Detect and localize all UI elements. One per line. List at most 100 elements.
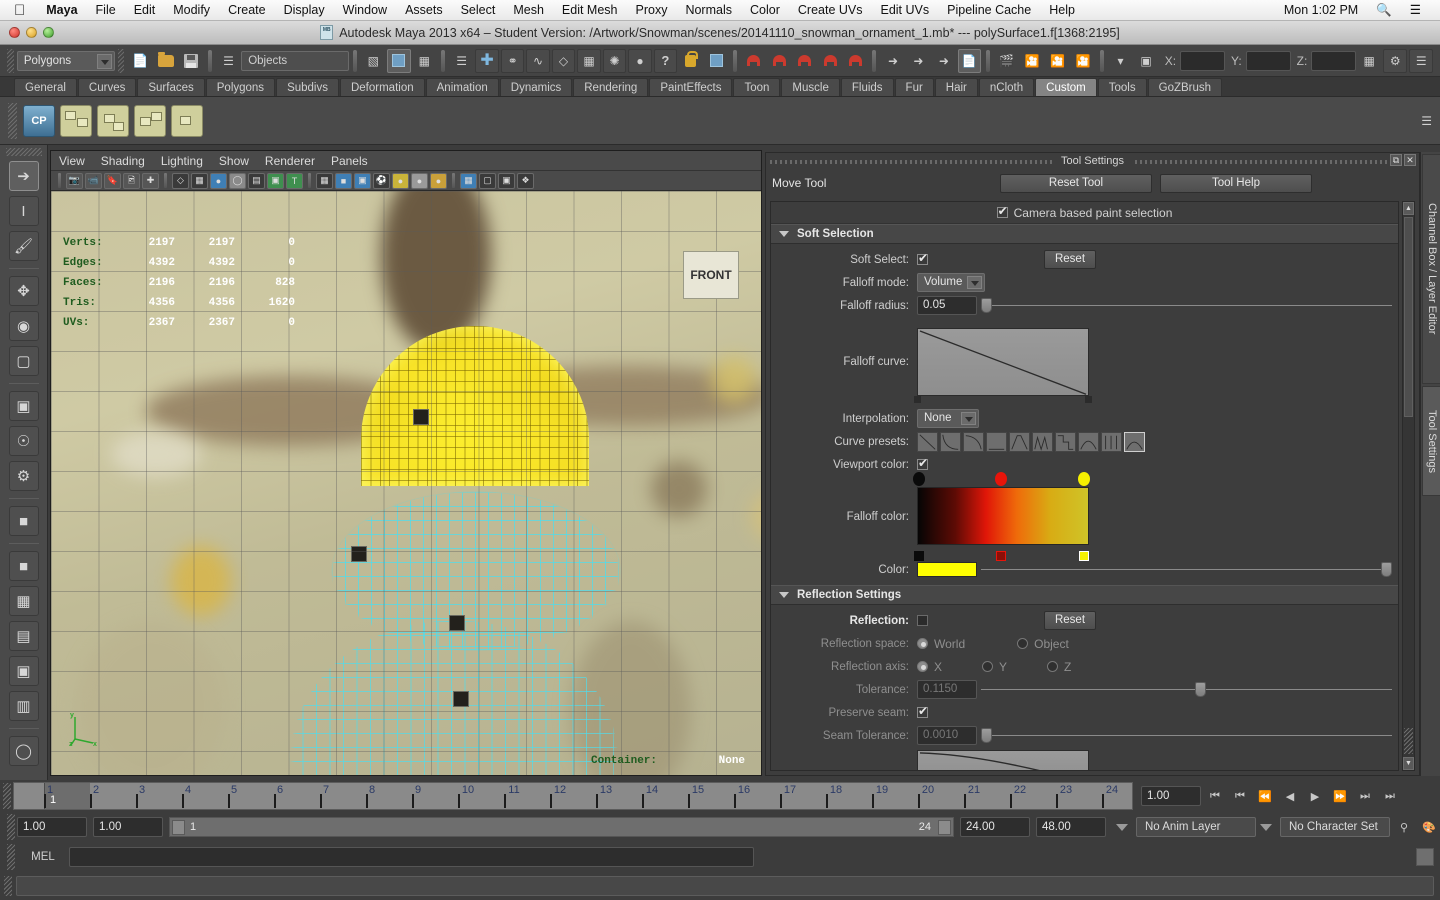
- shelf-tab-surfaces[interactable]: Surfaces: [137, 78, 205, 96]
- smooth-preview-icon[interactable]: ■: [335, 172, 352, 189]
- scroll-up-icon[interactable]: ▲: [1403, 202, 1414, 215]
- curve-preset-custom[interactable]: [1124, 431, 1145, 452]
- seam-falloff-curve-editor[interactable]: [917, 750, 1089, 770]
- wireframe-shading-icon[interactable]: ◇: [172, 172, 189, 189]
- falloff-mode-dropdown[interactable]: Volume: [917, 273, 985, 292]
- anim-layer-dropdown-arrow[interactable]: [1112, 817, 1132, 837]
- close-icon[interactable]: ✕: [1404, 154, 1416, 166]
- z-coord-input[interactable]: [1311, 50, 1357, 71]
- curve-preset-ease-out[interactable]: [940, 431, 961, 452]
- range-grip[interactable]: [7, 814, 15, 840]
- menu-modify[interactable]: Modify: [164, 0, 219, 21]
- ipr-render-icon[interactable]: 🎦: [1020, 49, 1043, 73]
- four-view-layout-icon[interactable]: ▦: [8, 586, 39, 616]
- search-icon[interactable]: 🔍: [1367, 0, 1401, 21]
- share-icon[interactable]: ❖: [517, 172, 534, 189]
- menu-assets[interactable]: Assets: [396, 0, 452, 21]
- shelf-tab-subdivs[interactable]: Subdivs: [276, 78, 339, 96]
- shelf-tab-toon[interactable]: Toon: [733, 78, 781, 96]
- interpolation-dropdown[interactable]: None: [917, 409, 979, 428]
- select-tool-icon[interactable]: ➔: [8, 161, 39, 191]
- viewport-menu-renderer[interactable]: Renderer: [265, 154, 315, 168]
- reflection-axis-y-radio[interactable]: [982, 661, 994, 672]
- absolute-transform-icon[interactable]: ▣: [1134, 49, 1157, 73]
- shelf-tab-hair[interactable]: Hair: [934, 78, 978, 96]
- bookmarks-icon[interactable]: 🔖: [104, 172, 121, 189]
- timeline-track[interactable]: 1 1 2 3 4 5 6 7 8 9 10 11 12 13 14 15 16…: [13, 782, 1133, 810]
- menu-mesh[interactable]: Mesh: [504, 0, 553, 21]
- x-coord-input[interactable]: [1180, 50, 1225, 71]
- shelf-grip[interactable]: [8, 102, 17, 139]
- color-swatch[interactable]: [917, 562, 977, 577]
- gradient-stop-top-red[interactable]: [995, 472, 1007, 486]
- play-forwards-icon[interactable]: ▶: [1304, 785, 1326, 807]
- save-scene-icon[interactable]: [179, 49, 202, 73]
- render-current-frame-icon[interactable]: 🎬: [995, 49, 1018, 73]
- hypershade-persp-layout-icon[interactable]: ▥: [8, 691, 39, 721]
- soft-selection-header[interactable]: Soft Selection: [771, 224, 1398, 244]
- shelf-button-cp[interactable]: CP: [23, 104, 55, 137]
- menu-maya[interactable]: Maya: [37, 0, 86, 21]
- viewport-color-checkbox[interactable]: [917, 456, 928, 470]
- scroll-down-icon[interactable]: ▼: [1403, 757, 1414, 770]
- mel-command-input[interactable]: [69, 847, 754, 867]
- playback-start-time-field[interactable]: 1.00: [93, 817, 163, 837]
- timeline-grip[interactable]: [3, 783, 11, 809]
- snap-to-projected-center-icon[interactable]: [818, 49, 841, 73]
- new-scene-icon[interactable]: 📄: [128, 49, 151, 73]
- move-tool-icon[interactable]: ✥: [8, 276, 39, 306]
- reflection-axis-z-radio[interactable]: [1047, 661, 1059, 672]
- soft-select-checkbox[interactable]: [917, 251, 928, 265]
- reflection-space-object-radio[interactable]: [1017, 638, 1029, 649]
- apple-logo-icon[interactable]: : [14, 3, 25, 18]
- two-d-pan-zoom-icon[interactable]: ✚: [142, 172, 159, 189]
- slider-knob[interactable]: [1194, 682, 1206, 697]
- slider-knob[interactable]: [981, 298, 992, 313]
- auto-keyframe-icon[interactable]: ⚲: [1393, 816, 1415, 838]
- persp-graph-layout-icon[interactable]: ▣: [8, 656, 39, 686]
- shelf-tab-tools[interactable]: Tools: [1097, 78, 1147, 96]
- render-view-icon[interactable]: 📄: [957, 48, 982, 73]
- shelf-tab-custom[interactable]: Custom: [1035, 78, 1097, 96]
- curve-preset-flat[interactable]: [986, 431, 1007, 452]
- image-plane-icon[interactable]: 🖻: [123, 172, 140, 189]
- display-grey-icon[interactable]: ●: [411, 172, 428, 189]
- range-handle-right[interactable]: [938, 820, 951, 835]
- show-attribute-editor-icon[interactable]: ▦: [1357, 49, 1381, 73]
- xray-joints-icon[interactable]: T: [286, 172, 303, 189]
- mask-surfaces-icon[interactable]: ◇: [551, 48, 576, 73]
- mask-help-icon[interactable]: ?: [653, 48, 678, 73]
- shelf-tab-animation[interactable]: Animation: [425, 78, 499, 96]
- slider-knob[interactable]: [981, 728, 992, 743]
- toolbox-grip[interactable]: [5, 148, 42, 156]
- reflection-axis-x-radio[interactable]: [917, 661, 928, 672]
- viewport-canvas[interactable]: Verts: 2197 2197 0 Edges: 4392 4392 0 Fa…: [51, 191, 761, 775]
- snap-to-view-plane-icon[interactable]: [844, 49, 867, 73]
- selection-mask-icon[interactable]: ☰: [217, 49, 240, 73]
- step-back-frame-icon[interactable]: ⏪: [1254, 785, 1276, 807]
- tab-tool-settings[interactable]: Tool Settings: [1422, 386, 1440, 496]
- display-ball-icon[interactable]: ⚽: [373, 172, 390, 189]
- tool-settings-scrollbar[interactable]: ▲ ▼: [1402, 201, 1415, 771]
- component-mask-icon[interactable]: ☰: [450, 49, 473, 73]
- smooth-shade-all-icon[interactable]: ▦: [191, 172, 208, 189]
- curve-preset-spike[interactable]: [1009, 431, 1030, 452]
- mask-dynamics-icon[interactable]: ●: [628, 48, 652, 73]
- select-by-object-type-icon[interactable]: [387, 48, 411, 73]
- shelf-tab-deformation[interactable]: Deformation: [339, 78, 425, 96]
- gradient-stop-top-yellow[interactable]: [1078, 472, 1090, 486]
- single-perspective-layout-icon[interactable]: ■: [8, 551, 39, 581]
- shelf-tab-fur[interactable]: Fur: [894, 78, 934, 96]
- shelf-overflow-icon[interactable]: ☰: [1421, 114, 1440, 128]
- color-slider[interactable]: [981, 560, 1392, 579]
- tool-help-button[interactable]: Tool Help: [1160, 173, 1312, 193]
- shelf-button-poly-2[interactable]: [97, 104, 129, 137]
- lock-selection-icon[interactable]: [679, 49, 702, 73]
- select-by-hierarchy-icon[interactable]: ▧: [362, 49, 385, 73]
- rotate-tool-icon[interactable]: ◉: [8, 311, 39, 341]
- reflection-settings-header[interactable]: Reflection Settings: [771, 585, 1398, 605]
- last-tool-used-icon[interactable]: ■: [8, 506, 39, 536]
- make-live-icon[interactable]: ➜: [881, 49, 904, 73]
- shelf-button-poly-3[interactable]: [134, 104, 166, 137]
- animation-preferences-icon[interactable]: 🎨: [1418, 816, 1440, 838]
